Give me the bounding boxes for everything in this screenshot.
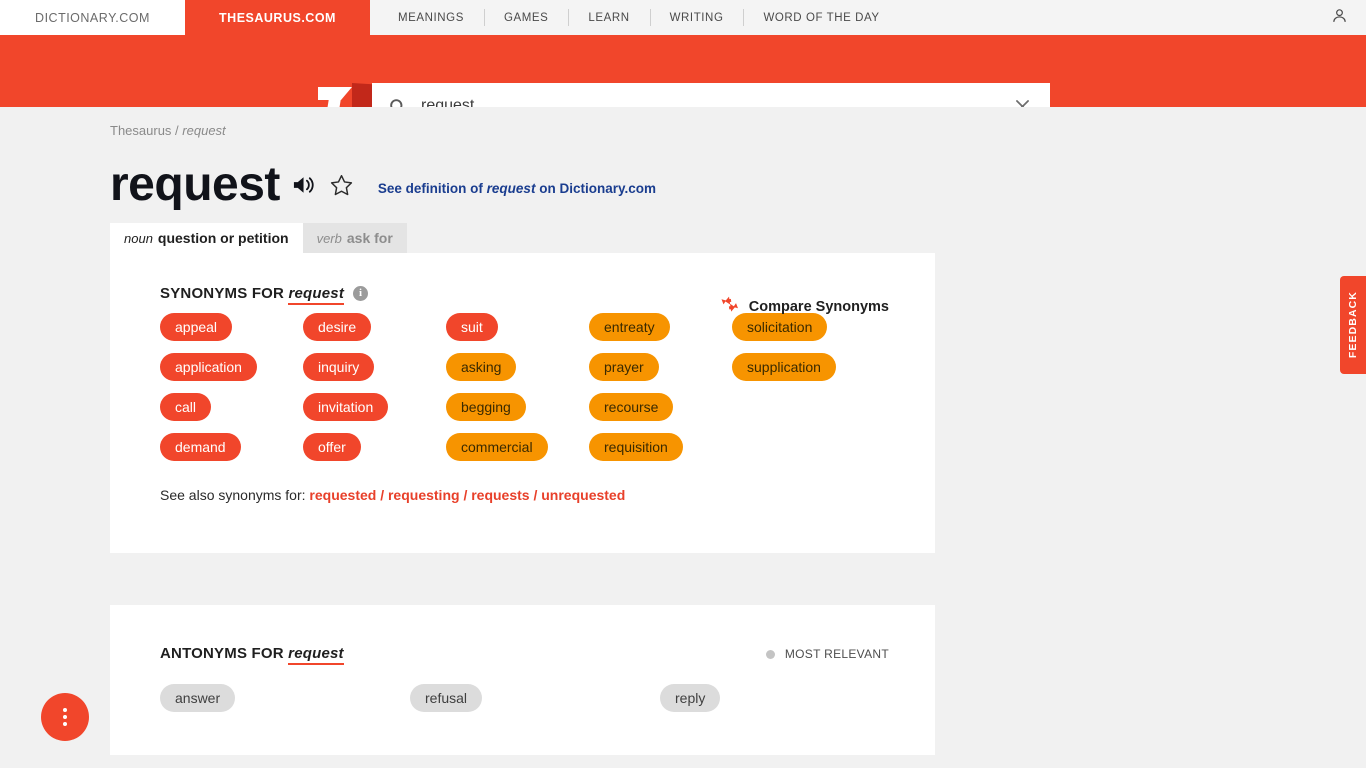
close-icon[interactable] [1002, 83, 1042, 107]
synonym-chip[interactable]: appeal [160, 313, 233, 341]
synonym-chip[interactable]: prayer [589, 353, 659, 381]
dot-icon [63, 715, 67, 719]
see-definition-suffix: on Dictionary.com [539, 180, 656, 196]
antonym-chip-row: answer refusal reply [110, 684, 935, 712]
synonym-column: desire inquiry invitation offer [303, 313, 446, 461]
user-account-icon [1331, 7, 1348, 29]
antonyms-heading-word: request [288, 645, 344, 665]
compare-synonyms-label: Compare Synonyms [748, 298, 889, 315]
synonym-chip[interactable]: suit [446, 313, 498, 341]
feedback-label: FEEDBACK [1347, 291, 1359, 359]
see-definition-prefix: See definition of [377, 180, 483, 196]
synonym-chip[interactable]: begging [446, 393, 526, 421]
tab-noun-question-or-petition[interactable]: noun question or petition [110, 223, 303, 253]
headword-row: request See definition of request on Dic… [0, 159, 1366, 211]
nav-site-thesaurus[interactable]: THESAURUS.COM [185, 0, 370, 35]
synonym-chip[interactable]: demand [160, 433, 241, 461]
search-box [372, 83, 1050, 107]
antonym-column: refusal [410, 684, 660, 712]
synonym-column: suit asking begging commercial [446, 313, 589, 461]
synonym-column: solicitation supplication [732, 313, 875, 461]
see-definition-word: request [486, 180, 536, 196]
synonym-chip[interactable]: call [160, 393, 212, 421]
synonym-chip[interactable]: inquiry [303, 353, 375, 381]
top-navigation-bar: DICTIONARY.COM THESAURUS.COM MEANINGS GA… [0, 0, 1366, 35]
page-title: request [110, 158, 280, 211]
nav-link-games[interactable]: GAMES [483, 0, 568, 35]
search-input[interactable] [419, 96, 1002, 107]
synonyms-card: SYNONYMS FOR request i Compare Synonyms … [110, 253, 935, 553]
antonym-chip[interactable]: answer [160, 684, 236, 712]
see-also-links[interactable]: requested / requesting / requests / unre… [309, 487, 625, 503]
antonyms-card: ANTONYMS FOR request MOST RELEVANT answe… [110, 605, 935, 755]
synonym-chip-grid: appeal application call demand desire in… [110, 313, 935, 461]
see-also-label: See also synonyms for: [160, 487, 306, 503]
speaker-icon[interactable] [292, 174, 317, 196]
synonyms-heading: SYNONYMS FOR request i [110, 253, 935, 305]
nav-site-dictionary[interactable]: DICTIONARY.COM [0, 0, 185, 35]
nav-link-word-of-the-day[interactable]: WORD OF THE DAY [743, 0, 899, 35]
synonym-chip[interactable]: supplication [732, 353, 836, 381]
see-also-synonyms: See also synonyms for: requested / reque… [110, 487, 935, 503]
dot-icon [63, 708, 67, 712]
synonym-chip[interactable]: offer [303, 433, 361, 461]
see-definition-link[interactable]: See definition of request on Dictionary.… [378, 181, 656, 196]
breadcrumb-separator: / [175, 123, 179, 138]
synonym-chip[interactable]: requisition [589, 433, 683, 461]
antonym-chip[interactable]: reply [660, 684, 721, 712]
user-account-button[interactable] [1313, 0, 1366, 35]
antonym-chip[interactable]: refusal [410, 684, 483, 712]
tab-pos-label: verb [316, 230, 342, 246]
relevance-label: MOST RELEVANT [784, 647, 889, 661]
more-options-button[interactable] [41, 693, 89, 741]
synonyms-heading-text: SYNONYMS FOR request [160, 284, 345, 305]
synonym-chip[interactable]: recourse [589, 393, 674, 421]
compare-synonyms-button[interactable]: Compare Synonyms [720, 295, 889, 318]
synonym-chip[interactable]: commercial [446, 433, 548, 461]
antonym-column: reply [660, 684, 910, 712]
synonyms-heading-prefix: SYNONYMS FOR [160, 284, 285, 302]
nav-links: MEANINGS GAMES LEARN WRITING WORD OF THE… [370, 0, 900, 35]
search-icon [388, 97, 407, 107]
synonym-chip[interactable]: application [160, 353, 257, 381]
part-of-speech-tabs: noun question or petition verb ask for [0, 223, 1366, 253]
tab-pos-label: noun [124, 230, 153, 246]
synonym-chip[interactable]: asking [446, 353, 517, 381]
dot-icon [63, 722, 67, 726]
feedback-tab[interactable]: FEEDBACK [1340, 276, 1366, 374]
relevance-dot-icon [765, 649, 775, 659]
tab-sense-label: question or petition [157, 230, 289, 246]
antonyms-heading-text: ANTONYMS FOR request [160, 645, 344, 665]
relevance-selector[interactable]: MOST RELEVANT [765, 647, 889, 661]
compare-arrows-icon [720, 295, 740, 318]
nav-link-writing[interactable]: WRITING [649, 0, 744, 35]
info-icon[interactable]: i [353, 285, 369, 301]
tab-verb-ask-for[interactable]: verb ask for [302, 223, 407, 253]
synonym-chip[interactable]: desire [303, 313, 372, 341]
nav-link-meanings[interactable]: MEANINGS [378, 0, 484, 35]
synonym-chip[interactable]: invitation [303, 393, 389, 421]
synonym-chip[interactable]: entreaty [589, 313, 670, 341]
synonym-column: entreaty prayer recourse requisition [589, 313, 732, 461]
tab-sense-label: ask for [346, 230, 393, 246]
breadcrumb-current: request [182, 123, 226, 138]
thesaurus-t-logo[interactable] [318, 87, 352, 107]
synonyms-heading-word: request [288, 284, 345, 305]
star-outline-icon[interactable] [329, 173, 354, 198]
synonym-column: appeal application call demand [160, 313, 303, 461]
page-content: Thesaurus / request request See definiti… [0, 107, 1366, 768]
breadcrumb-root[interactable]: Thesaurus [110, 123, 171, 138]
nav-link-learn[interactable]: LEARN [568, 0, 649, 35]
breadcrumb: Thesaurus / request [0, 107, 1366, 138]
search-band [0, 35, 1366, 107]
antonyms-heading-prefix: ANTONYMS FOR [160, 645, 284, 662]
antonym-column: answer [160, 684, 410, 712]
